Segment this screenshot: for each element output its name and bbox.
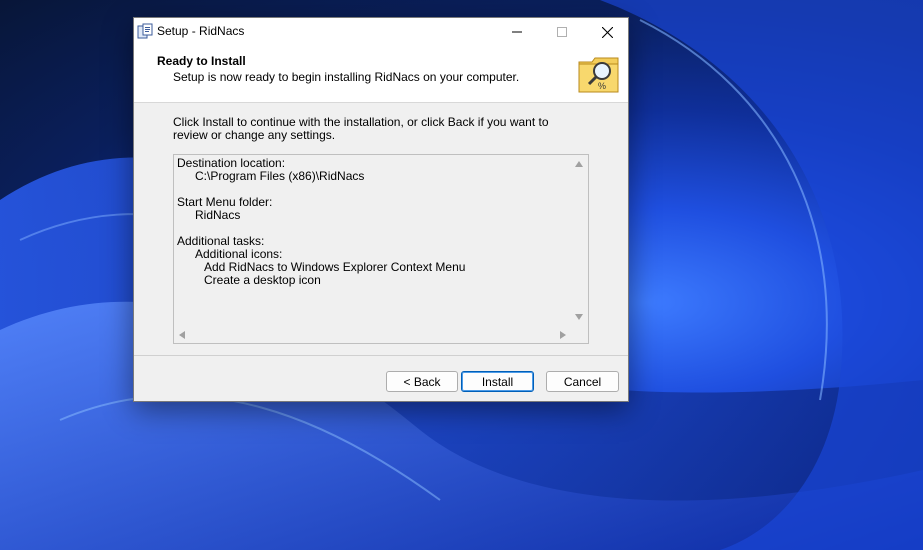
footer-divider xyxy=(134,355,628,356)
back-button[interactable]: < Back xyxy=(386,371,458,392)
instruction-text: Click Install to continue with the insta… xyxy=(173,115,549,142)
install-button[interactable]: Install xyxy=(461,371,534,392)
window-title: Setup - RidNacs xyxy=(157,24,245,38)
close-icon xyxy=(601,26,613,38)
page-title: Ready to Install xyxy=(157,54,246,68)
scroll-right-icon[interactable] xyxy=(560,331,566,339)
task-item: Create a desktop icon xyxy=(204,273,321,287)
memo-content: Destination location: C:\Program Files (… xyxy=(177,157,570,325)
destination-value: C:\Program Files (x86)\RidNacs xyxy=(195,169,365,183)
folder-magnifier-icon: % xyxy=(578,54,620,94)
wizard-header: Ready to Install Setup is now ready to b… xyxy=(134,46,628,103)
maximize-icon xyxy=(557,27,567,37)
minimize-icon xyxy=(512,31,522,33)
scroll-up-icon[interactable] xyxy=(575,161,583,167)
svg-text:%: % xyxy=(598,81,606,91)
horizontal-scrollbar[interactable] xyxy=(174,326,571,343)
cancel-button[interactable]: Cancel xyxy=(546,371,619,392)
scroll-down-icon[interactable] xyxy=(575,314,583,320)
title-bar[interactable]: Setup - RidNacs xyxy=(134,18,628,46)
maximize-button[interactable] xyxy=(539,18,585,46)
page-subtitle: Setup is now ready to begin installing R… xyxy=(173,70,520,84)
setup-dialog: Setup - RidNacs Ready to Install Setup i… xyxy=(133,17,629,402)
start-menu-value: RidNacs xyxy=(195,208,241,222)
setup-installer-icon xyxy=(137,23,153,39)
ready-memo-box[interactable]: Destination location: C:\Program Files (… xyxy=(173,154,589,344)
vertical-scrollbar[interactable] xyxy=(571,155,588,326)
close-button[interactable] xyxy=(584,18,630,46)
minimize-button[interactable] xyxy=(494,18,540,46)
scroll-left-icon[interactable] xyxy=(179,331,185,339)
